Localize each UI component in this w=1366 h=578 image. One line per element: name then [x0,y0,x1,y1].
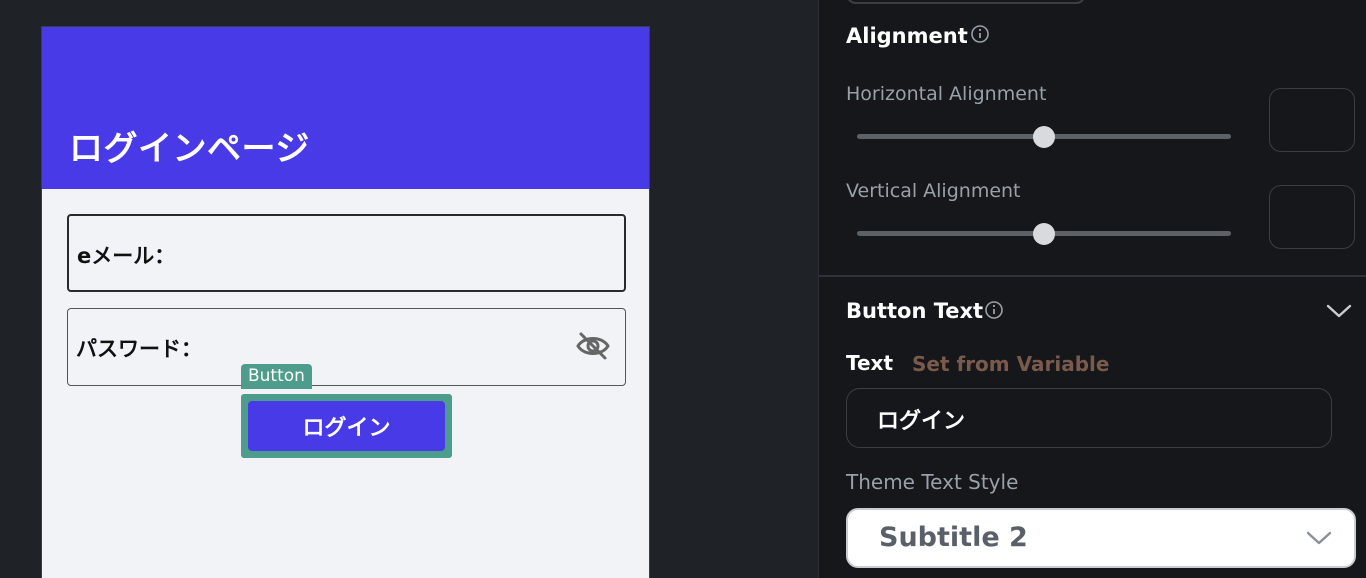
chevron-down-icon[interactable] [1326,303,1352,319]
properties-panel: Alignment Horizontal Alignment Vertical … [818,0,1366,578]
section-divider [819,275,1366,277]
chevron-down-icon [1306,531,1332,545]
theme-text-style-value: Subtitle 2 [879,522,1028,553]
phone-preview: ログインページ eメール： パスワード： Button ログイン [41,26,650,578]
set-from-variable-link[interactable]: Set from Variable [912,352,1109,376]
info-icon[interactable] [970,24,990,44]
selected-button-outline[interactable]: ログイン [241,394,452,458]
selection-tag: Button [241,364,312,389]
email-field[interactable]: eメール： [67,214,626,292]
password-field-label: パスワード： [76,337,202,361]
design-canvas: ログインページ eメール： パスワード： Button ログイン [0,0,818,578]
app-bar-title: ログインページ [69,129,310,169]
slider-thumb[interactable] [1033,126,1055,148]
email-field-label: eメール： [77,244,176,268]
info-icon[interactable] [984,300,1004,320]
panel-top-control[interactable] [846,0,1086,4]
theme-text-style-select[interactable]: Subtitle 2 [846,508,1356,568]
vertical-alignment-slider[interactable] [857,223,1231,245]
slider-thumb[interactable] [1033,223,1055,245]
password-field[interactable]: パスワード： [67,308,626,386]
login-button[interactable]: ログイン [248,401,445,451]
horizontal-alignment-slider[interactable] [857,126,1231,148]
horizontal-alignment-label: Horizontal Alignment [846,83,1047,105]
text-label: Text [846,351,894,375]
theme-text-style-label: Theme Text Style [846,470,1019,494]
button-text-title: Button Text [846,299,984,323]
button-text-input[interactable]: ログイン [846,388,1332,448]
app-bar[interactable]: ログインページ [42,27,649,189]
visibility-off-icon[interactable] [575,331,611,361]
alignment-title: Alignment [846,24,968,48]
horizontal-alignment-value[interactable] [1269,88,1355,152]
vertical-alignment-value[interactable] [1269,185,1355,249]
vertical-alignment-label: Vertical Alignment [846,180,1021,202]
